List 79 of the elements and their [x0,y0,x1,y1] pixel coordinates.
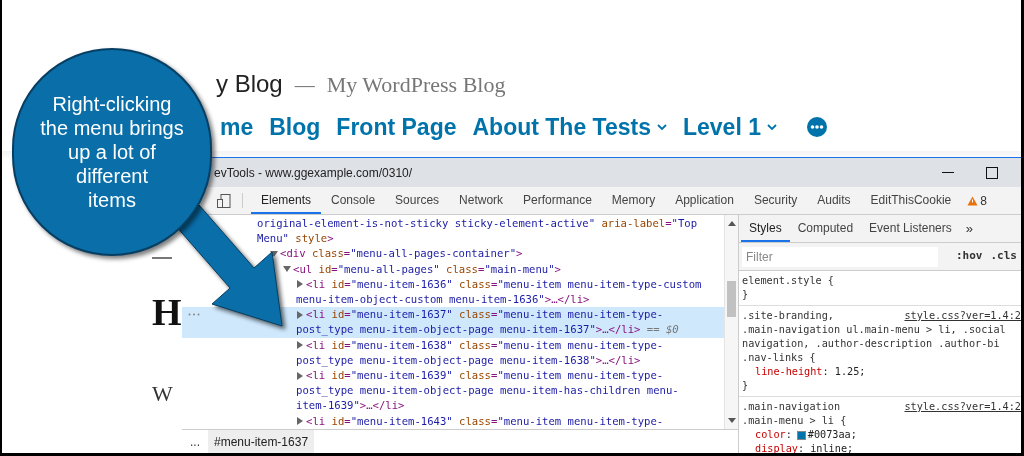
selected-node-row[interactable]: <li id="menu-item-1637" class="menu-item menu-item-type- [182,307,724,323]
color-swatch[interactable] [796,430,806,440]
css-value: inline; [809,442,854,453]
css-selector: .site-branding, [742,309,834,323]
code-line: <li id="menu-item-1638" class="menu-item menu-item-type- [306,337,664,353]
css-colon: : [797,442,805,453]
code-line: item-1639">…</li> [296,398,405,414]
more-dots-icon [188,313,200,317]
code-line: Menu" style> [257,231,334,247]
scrollbar-thumb[interactable] [727,281,736,317]
nav-link[interactable]: Blog [269,110,321,145]
breadcrumb-more[interactable]: ... [182,432,208,451]
css-selector: .main-menu > li { [742,414,848,428]
device-toolbar-icon [216,192,232,209]
page-heading: H [152,292,182,331]
cls-toggle[interactable]: .cls [990,248,1017,265]
nav-link[interactable]: Front Page [336,110,457,145]
css-brace: } [742,288,750,302]
css-value: 1.25; [833,365,866,379]
title-separator: — [294,73,315,98]
css-colon: : [785,428,792,442]
source-link[interactable]: style.css?ver=1.4:2 [904,400,1021,414]
css-colon: : [822,365,829,379]
devtools-tab[interactable]: Security [743,187,808,214]
scroll-down-icon [727,418,736,423]
code-line: menu-item-object-custom menu-item-1636">…</li> [296,292,590,307]
chevron-down-icon [656,123,667,131]
code-line: post_type menu-item-object-page menu-item-1637">…</li> == $0 [296,322,679,338]
code-line: <ul id="menu-all-pages" class="main-menu"> [293,261,561,277]
css-brace: } [742,379,750,393]
site-title[interactable]: y Blog [216,66,283,102]
devtools-tab[interactable]: Application [665,187,744,214]
devtools-tab[interactable]: Elements [251,187,322,214]
scroll-up-icon [727,221,736,226]
scrollbar[interactable] [724,215,738,429]
warning-count[interactable]: 8 [980,191,987,210]
css-selector: navigation, .author-description .author-bi [742,337,1001,351]
styles-tab[interactable]: Computed [789,215,862,242]
css-property[interactable]: line-height [755,365,823,379]
breadcrumb-item[interactable]: #menu-item-1637 [208,430,315,453]
code-line: <li id="menu-item-1639" class="menu-item menu-item-type- [306,368,664,384]
body-text: W [152,379,173,408]
chevron-down-icon [766,123,777,131]
css-selector: .main-navigation ul.main-menu > li, .social [742,323,1007,337]
more-tabs-button[interactable]: » [959,215,979,242]
callout-text: Right-clicking the menu brings up a lot of different items [40,92,184,212]
css-selector: .main-navigation [742,400,841,414]
selected-node-row[interactable]: post_type menu-item-object-page menu-item-1637">…</li> == $0 [182,322,724,338]
hov-toggle[interactable]: :hov [956,248,983,265]
site-tagline: My WordPress Blog [326,71,506,99]
code-line: post_type menu-item-object-page menu-item-1638">…</li> [296,352,641,369]
css-property[interactable]: color [755,428,786,442]
filter-field[interactable]: Filter [742,246,938,267]
css-selector: .nav-links { [742,351,817,365]
nav-link[interactable]: About The Tests [472,110,667,145]
devtools-tab[interactable]: Console [321,187,386,214]
window-title: evTools - www.ggexample.com/0310/ [214,164,413,182]
code-line: post_type menu-item-object-page menu-item-has-children menu- [296,383,679,399]
devtools-tab[interactable]: Memory [601,187,666,214]
devtools-tab[interactable]: EditThisCookie [860,187,962,214]
devtools-tab[interactable]: Audits [807,187,861,214]
nav-link[interactable]: me [220,110,254,145]
devtools-tab[interactable]: Network [449,187,514,214]
code-line: <li id="menu-item-1643" class="menu-item menu-item-type- [306,413,664,429]
more-menu-icon [806,117,827,138]
css-value: #0073aa; [807,428,857,442]
devtools-tab[interactable]: Sources [385,187,450,214]
warning-icon [967,195,979,206]
code-line: original-element-is-not-sticky sticky-element-active" aria-label="Top [257,216,698,231]
styles-tab[interactable]: Event Listeners [861,215,960,242]
css-selector: element.style { [742,274,835,288]
maximize-icon [986,166,998,179]
minimize-icon [942,172,954,173]
code-line: <li id="menu-item-1636" class="menu-item menu-item-type-custom [306,276,702,292]
devtools-tab[interactable]: Performance [513,187,602,214]
code-line: <div class="menu-all-pages-container"> [280,246,523,262]
nav-link[interactable]: Level 1 [682,110,777,145]
source-link[interactable]: style.css?ver=1.4:2 [904,309,1021,323]
code-line: <li id="menu-item-1637" class="menu-item menu-item-type- [306,307,664,323]
